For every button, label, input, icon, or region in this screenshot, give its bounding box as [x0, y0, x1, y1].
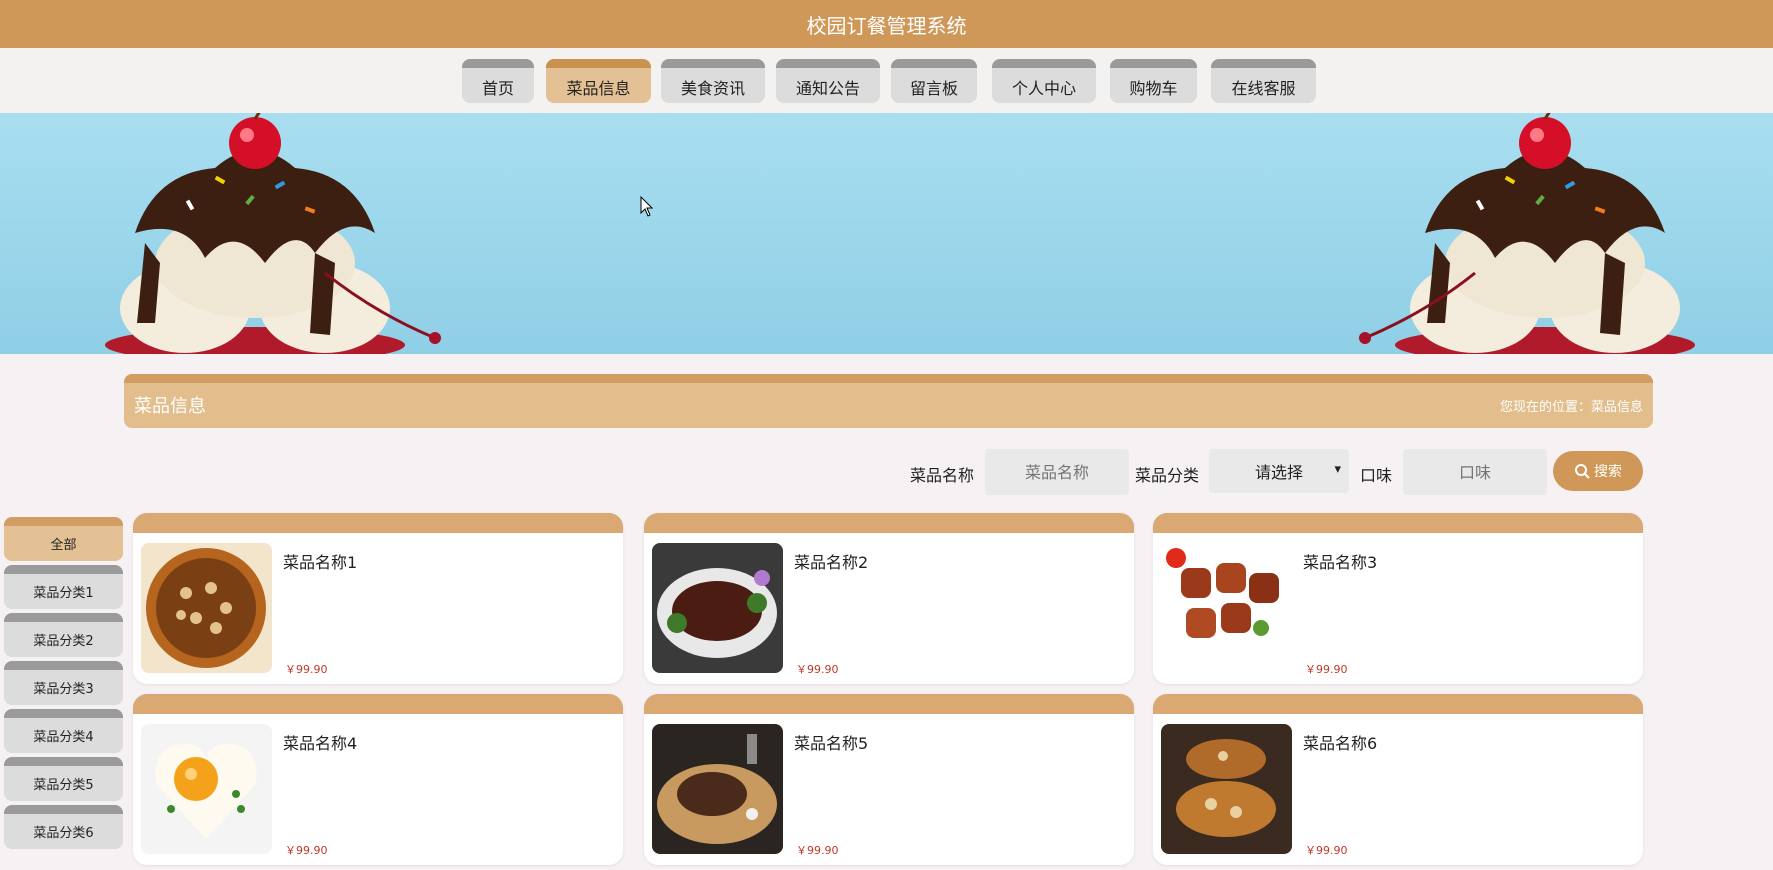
dish-name[interactable]: 菜品名称5	[794, 730, 868, 754]
category-item-3[interactable]: 菜品分类3	[4, 661, 123, 705]
hero-banner	[0, 113, 1773, 354]
dish-name[interactable]: 菜品名称4	[283, 730, 357, 754]
dish-price: ￥99.90	[285, 663, 328, 676]
dish-name-label: 菜品名称	[910, 466, 975, 485]
dish-image-6[interactable]	[1161, 724, 1292, 854]
category-all[interactable]: 全部	[4, 517, 123, 561]
dish-category-select[interactable]: 请选择 ▾	[1209, 449, 1349, 493]
category-item-1[interactable]: 菜品分类1	[4, 565, 123, 609]
dish-category-value: 请选择	[1254, 463, 1303, 482]
section-title-bar: 菜品信息 您现在的位置：菜品信息	[124, 374, 1653, 428]
nav-item-cart[interactable]: 购物车	[1110, 59, 1197, 103]
dish-name[interactable]: 菜品名称3	[1303, 549, 1377, 573]
dish-price: ￥99.90	[1305, 844, 1348, 857]
dish-price: ￥99.90	[1305, 663, 1348, 676]
dish-image-4[interactable]	[141, 724, 272, 854]
category-item-6[interactable]: 菜品分类6	[4, 805, 123, 849]
mouse-cursor-icon	[640, 196, 654, 217]
dish-name-input[interactable]	[985, 449, 1129, 495]
dish-price: ￥99.90	[285, 844, 328, 857]
category-item-5[interactable]: 菜品分类5	[4, 757, 123, 801]
dish-card-4[interactable]: 菜品名称4 ￥99.90	[133, 694, 623, 865]
dish-card-1[interactable]: 菜品名称1 ￥99.90	[133, 513, 623, 684]
search-button-label: 搜索	[1594, 464, 1622, 480]
nav-item-message-board[interactable]: 留言板	[891, 59, 977, 103]
dish-price: ￥99.90	[796, 844, 839, 857]
chevron-down-icon: ▾	[1334, 462, 1341, 477]
dish-image-3[interactable]	[1161, 543, 1292, 673]
app-header: 校园订餐管理系统	[0, 0, 1773, 48]
dish-name[interactable]: 菜品名称2	[794, 549, 868, 573]
main-nav: 首页 菜品信息 美食资讯 通知公告 留言板 个人中心 购物车 在线客服	[0, 48, 1773, 113]
nav-item-notices[interactable]: 通知公告	[776, 59, 880, 103]
section-title: 菜品信息	[134, 396, 206, 417]
nav-item-home[interactable]: 首页	[462, 59, 534, 103]
dish-image-2[interactable]	[652, 543, 783, 673]
nav-item-online-service[interactable]: 在线客服	[1211, 59, 1316, 103]
dish-image-5[interactable]	[652, 724, 783, 854]
dish-price: ￥99.90	[796, 663, 839, 676]
category-item-4[interactable]: 菜品分类4	[4, 709, 123, 753]
nav-item-food-news[interactable]: 美食资讯	[661, 59, 765, 103]
nav-item-personal-center[interactable]: 个人中心	[992, 59, 1096, 103]
cupcake-right	[1359, 113, 1695, 354]
taste-input[interactable]	[1403, 449, 1547, 495]
category-item-2[interactable]: 菜品分类2	[4, 613, 123, 657]
search-icon	[1575, 464, 1590, 479]
dish-card-3[interactable]: 菜品名称3 ￥99.90	[1153, 513, 1643, 684]
cupcake-left	[105, 113, 441, 354]
dish-name[interactable]: 菜品名称6	[1303, 730, 1377, 754]
dish-card-2[interactable]: 菜品名称2 ￥99.90	[644, 513, 1134, 684]
nav-item-dishes[interactable]: 菜品信息	[546, 59, 651, 103]
breadcrumb: 您现在的位置：菜品信息	[1499, 400, 1643, 415]
app-title: 校园订餐管理系统	[806, 13, 967, 38]
dish-category-label: 菜品分类	[1135, 466, 1200, 485]
search-button[interactable]: 搜索	[1553, 451, 1643, 491]
dish-name[interactable]: 菜品名称1	[283, 549, 357, 573]
dish-card-5[interactable]: 菜品名称5 ￥99.90	[644, 694, 1134, 865]
taste-label: 口味	[1360, 466, 1393, 485]
dish-image-1[interactable]	[141, 543, 272, 673]
dish-card-6[interactable]: 菜品名称6 ￥99.90	[1153, 694, 1643, 865]
cupcake-banner-image	[105, 113, 1695, 354]
